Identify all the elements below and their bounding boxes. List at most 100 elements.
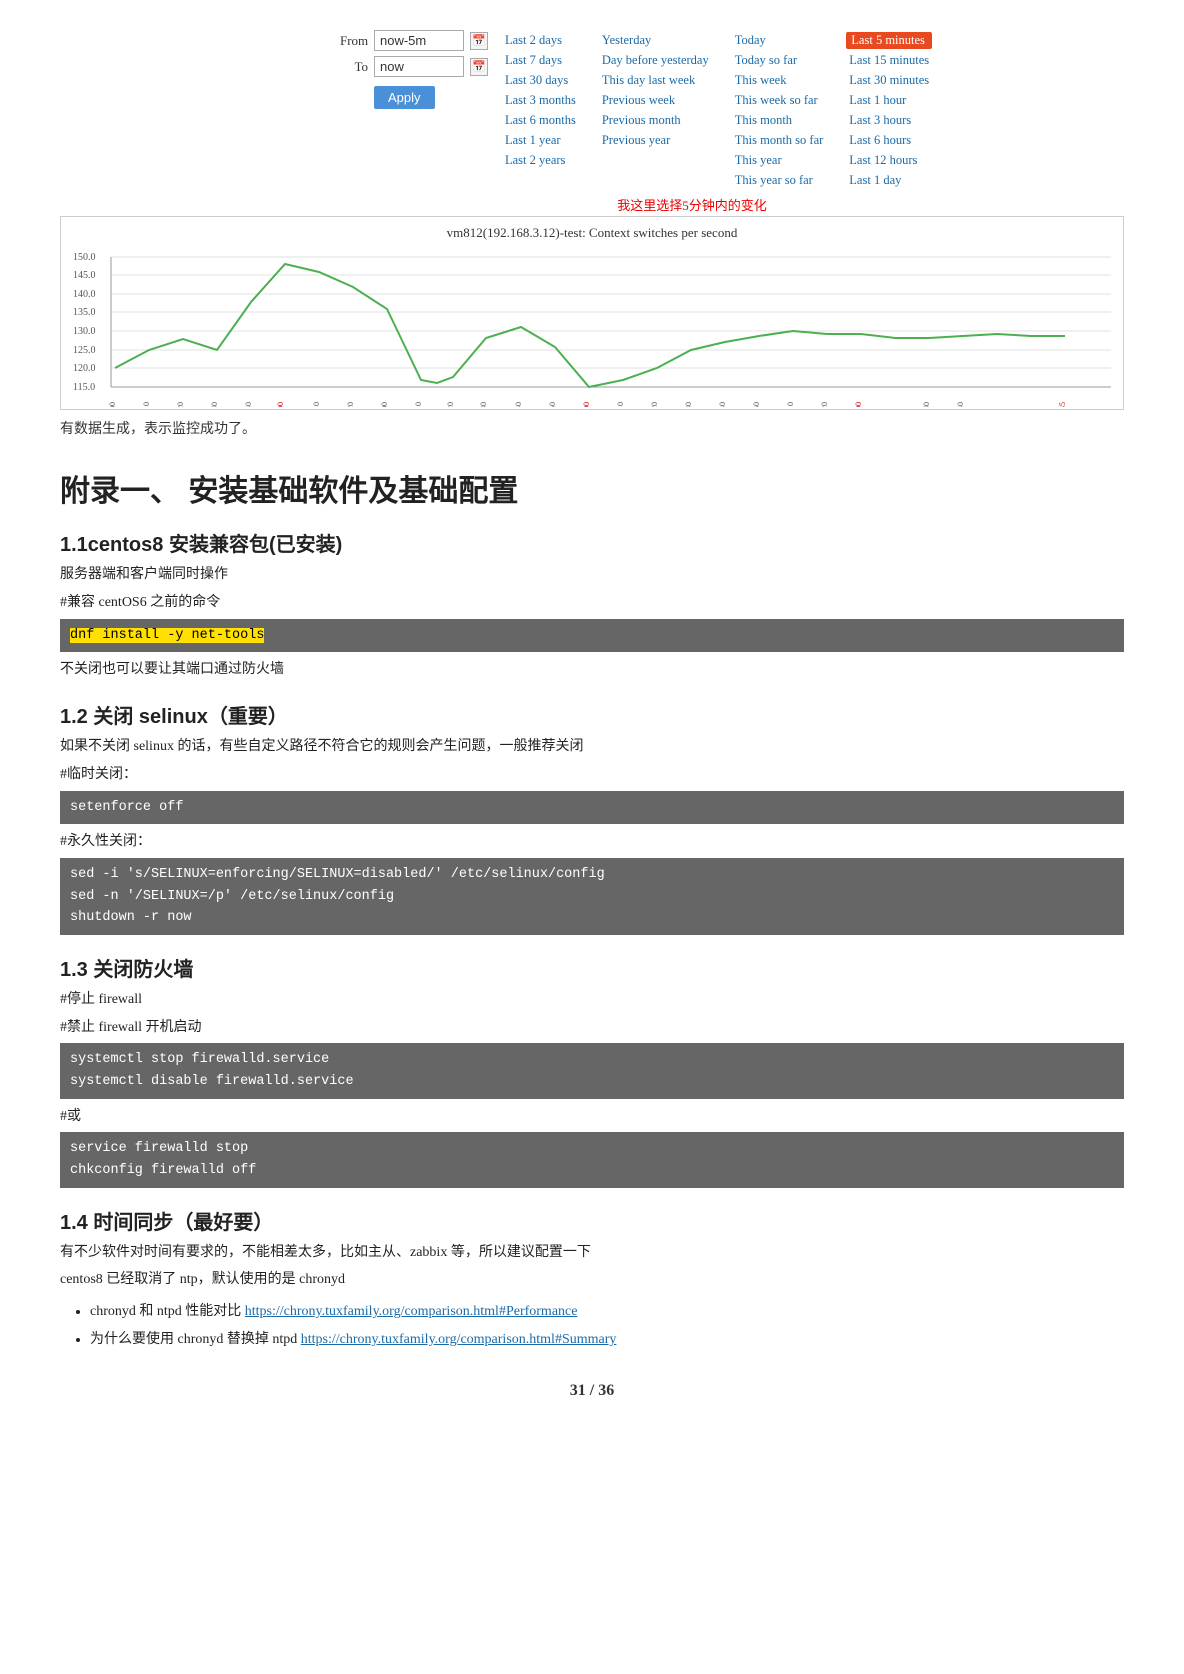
x-label-151210: 15:12:10 bbox=[312, 402, 321, 407]
x-label-151110: 15:11:10 bbox=[142, 402, 151, 407]
x-label-151130: 15:11:30 bbox=[210, 402, 219, 407]
y-label-135: 135.0 bbox=[73, 307, 96, 318]
x-label-1515: 15:15:00 bbox=[854, 402, 863, 407]
range-last-6-months[interactable]: Last 6 months bbox=[502, 112, 579, 129]
x-label-151340: 15:13:40 bbox=[514, 402, 523, 407]
range-last-1-day[interactable]: Last 1 day bbox=[846, 172, 932, 189]
range-this-year-so-far[interactable]: This year so far bbox=[732, 172, 827, 189]
x-label-1511: 15:11:00 bbox=[108, 402, 117, 407]
code-setenforce: setenforce off bbox=[60, 791, 1124, 825]
chart-title: vm812(192.168.3.12)-test: Context switch… bbox=[71, 225, 1113, 241]
code-sed-selinux: sed -i 's/SELINUX=enforcing/SELINUX=disa… bbox=[60, 858, 1124, 935]
code-systemctl-firewall: systemctl stop firewalld.service systemc… bbox=[60, 1043, 1124, 1098]
section-1-2-title: 1.2 关闭 selinux（重要） bbox=[60, 700, 1124, 729]
code-dnf-install-text: dnf install -y net-tools bbox=[70, 628, 264, 643]
section-1-2-body-1: 如果不关闭 selinux 的话，有些自定义路径不符合它的规则会产生问题，一般推… bbox=[60, 735, 1124, 759]
x-label-151440: 15:14:40 bbox=[718, 402, 727, 407]
bullet-chrony-why-text: 为什么要使用 chronyd 替换掉 ntpd bbox=[90, 1332, 301, 1347]
section-1-2-body-2: #临时关闭： bbox=[60, 763, 1124, 787]
range-day-before-yesterday[interactable]: Day before yesterday bbox=[599, 52, 712, 69]
x-label-151510: 15:15:10 bbox=[786, 402, 795, 407]
range-last-2-years[interactable]: Last 2 years bbox=[502, 152, 579, 169]
section-1-1-body-2: #兼容 centOS6 之前的命令 bbox=[60, 591, 1124, 615]
range-last-15-minutes[interactable]: Last 15 minutes bbox=[846, 52, 932, 69]
y-label-130: 130.0 bbox=[73, 326, 96, 337]
to-label: To bbox=[340, 59, 368, 75]
annotation-text: 我这里选择5分钟内的变化 bbox=[260, 195, 1124, 214]
range-col-2: Yesterday Day before yesterday This day … bbox=[599, 32, 712, 189]
x-label-151450: 15:14:50 bbox=[752, 402, 761, 407]
range-last-1-hour[interactable]: Last 1 hour bbox=[846, 92, 932, 109]
section-1-4-title: 1.4 时间同步（最好要） bbox=[60, 1206, 1124, 1235]
range-last-3-months[interactable]: Last 3 months bbox=[502, 92, 579, 109]
range-this-week-so-far[interactable]: This week so far bbox=[732, 92, 827, 109]
x-label-151320: 15:13:20 bbox=[446, 402, 455, 407]
range-previous-year[interactable]: Previous year bbox=[599, 132, 712, 149]
y-label-115: 115.0 bbox=[73, 382, 95, 393]
section-1-3-body-2: #禁止 firewall 开机启动 bbox=[60, 1016, 1124, 1040]
time-picker-panel: From 📅 To 📅 Apply Last 2 days Last 7 day… bbox=[60, 30, 1124, 189]
range-last-30-days[interactable]: Last 30 days bbox=[502, 72, 579, 89]
range-yesterday[interactable]: Yesterday bbox=[599, 32, 712, 49]
range-last-12-hours[interactable]: Last 12 hours bbox=[846, 152, 932, 169]
range-previous-month[interactable]: Previous month bbox=[599, 112, 712, 129]
success-note: 有数据生成，表示监控成功了。 bbox=[60, 418, 1124, 438]
section-1-3-body-1: #停止 firewall bbox=[60, 988, 1124, 1012]
range-last-3-hours[interactable]: Last 3 hours bbox=[846, 112, 932, 129]
from-input[interactable] bbox=[374, 30, 464, 51]
link-chrony-summary[interactable]: https://chrony.tuxfamily.org/comparison.… bbox=[301, 1332, 617, 1347]
page-number: 31 / 36 bbox=[60, 1382, 1124, 1400]
range-last-1-year[interactable]: Last 1 year bbox=[502, 132, 579, 149]
apply-button[interactable]: Apply bbox=[374, 86, 435, 109]
from-calendar-icon[interactable]: 📅 bbox=[470, 32, 488, 50]
from-label: From bbox=[340, 33, 368, 49]
section-1-1-title: 1.1centos8 安装兼容包(已安装) bbox=[60, 528, 1124, 557]
x-label-1513: 15:13:00 bbox=[380, 402, 389, 407]
range-col-1: Last 2 days Last 7 days Last 30 days Las… bbox=[502, 32, 579, 189]
x-label-151545: 15:15:45 bbox=[1058, 402, 1067, 407]
time-inputs-group: From 📅 To 📅 Apply bbox=[340, 30, 488, 109]
range-this-year[interactable]: This year bbox=[732, 152, 827, 169]
bullet-chrony-why: 为什么要使用 chronyd 替换掉 ntpd https://chrony.t… bbox=[90, 1328, 1124, 1352]
x-label-151120: 15:11:20 bbox=[176, 402, 185, 407]
range-this-day-last-week[interactable]: This day last week bbox=[599, 72, 712, 89]
x-label-151430: 15:14:30 bbox=[684, 402, 693, 407]
to-input[interactable] bbox=[374, 56, 464, 77]
section-1-3-title: 1.3 关闭防火墙 bbox=[60, 953, 1124, 982]
x-label-151540: 15:15:40 bbox=[956, 402, 965, 407]
section-1-2-body-3: #永久性关闭： bbox=[60, 830, 1124, 854]
range-today[interactable]: Today bbox=[732, 32, 827, 49]
code-dnf-install: dnf install -y net-tools bbox=[60, 619, 1124, 653]
range-this-month-so-far[interactable]: This month so far bbox=[732, 132, 827, 149]
x-label-151530: 15:15:30 bbox=[922, 402, 931, 407]
x-label-151310: 15:13:10 bbox=[414, 402, 423, 407]
section-1-4-body-2: centos8 已经取消了 ntp，默认使用的是 chronyd bbox=[60, 1268, 1124, 1292]
range-last-30-minutes[interactable]: Last 30 minutes bbox=[846, 72, 932, 89]
x-label-151330: 15:13:30 bbox=[479, 402, 488, 407]
range-last-7-days[interactable]: Last 7 days bbox=[502, 52, 579, 69]
range-today-so-far[interactable]: Today so far bbox=[732, 52, 827, 69]
section-1-1-body-3: 不关闭也可以要让其端口通过防火墙 bbox=[60, 658, 1124, 682]
range-last-5-minutes[interactable]: Last 5 minutes bbox=[846, 32, 932, 49]
x-label-1514: 15:14:00 bbox=[582, 402, 591, 407]
y-label-150: 150.0 bbox=[73, 252, 96, 263]
x-label-151410: 15:14:10 bbox=[616, 402, 625, 407]
x-label-151350: 15:13:50 bbox=[548, 402, 557, 407]
link-chrony-performance[interactable]: https://chrony.tuxfamily.org/comparison.… bbox=[245, 1304, 578, 1319]
bullet-chrony-comparison: chronyd 和 ntpd 性能对比 https://chrony.tuxfa… bbox=[90, 1300, 1124, 1324]
y-label-125: 125.0 bbox=[73, 345, 96, 356]
range-last-6-hours[interactable]: Last 6 hours bbox=[846, 132, 932, 149]
section-1-1-body-1: 服务器端和客户端同时操作 bbox=[60, 563, 1124, 587]
range-col-4: Last 5 minutes Last 15 minutes Last 30 m… bbox=[846, 32, 932, 189]
range-this-week[interactable]: This week bbox=[732, 72, 827, 89]
range-last-2-days[interactable]: Last 2 days bbox=[502, 32, 579, 49]
to-calendar-icon[interactable]: 📅 bbox=[470, 58, 488, 76]
section-1-4-body-1: 有不少软件对时间有要求的，不能相差太多，比如主从、zabbix 等，所以建议配置… bbox=[60, 1241, 1124, 1265]
range-col-3: Today Today so far This week This week s… bbox=[732, 32, 827, 189]
section-1-3-body-3: #或 bbox=[60, 1105, 1124, 1129]
appendix-title: 附录一、 安装基础软件及基础配置 bbox=[60, 466, 1124, 510]
range-previous-week[interactable]: Previous week bbox=[599, 92, 712, 109]
quick-ranges: Last 2 days Last 7 days Last 30 days Las… bbox=[502, 32, 932, 189]
chart-area: vm812(192.168.3.12)-test: Context switch… bbox=[60, 216, 1124, 410]
range-this-month[interactable]: This month bbox=[732, 112, 827, 129]
